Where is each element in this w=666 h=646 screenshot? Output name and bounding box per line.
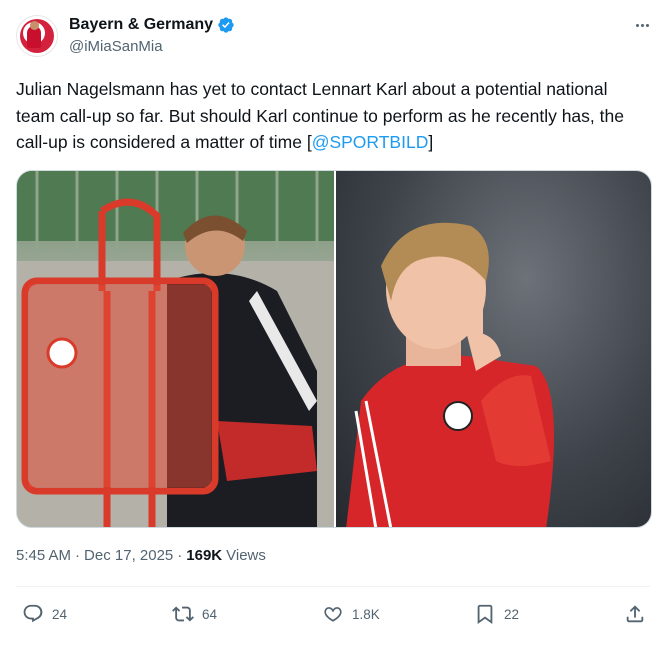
reply-count: 24 xyxy=(52,606,68,622)
tweet-date[interactable]: Dec 17, 2025 xyxy=(84,547,173,564)
avatar[interactable] xyxy=(16,15,58,57)
more-dot-icon xyxy=(635,23,639,27)
more-dot-icon xyxy=(645,23,649,27)
views-count: 169K xyxy=(186,547,223,564)
author-handle[interactable]: @iMiaSanMia xyxy=(69,38,163,55)
more-options-button[interactable] xyxy=(630,14,654,36)
divider-line xyxy=(16,586,650,587)
player-photo-illustration xyxy=(346,222,554,527)
author-row: Bayern & Germany xyxy=(69,14,235,36)
repost-button[interactable]: 64 xyxy=(172,600,217,628)
mention-link[interactable]: @SPORTBILD xyxy=(312,132,429,152)
media-photo-right[interactable] xyxy=(336,171,651,527)
separator-dot: · xyxy=(75,547,81,564)
reply-icon xyxy=(23,604,43,623)
like-button[interactable]: 1.8K xyxy=(322,600,380,628)
bookmark-button[interactable]: 22 xyxy=(474,600,519,628)
bookmark-count: 22 xyxy=(504,606,520,622)
bookmark-icon xyxy=(477,604,493,625)
media-grid xyxy=(16,170,652,528)
repost-count: 64 xyxy=(202,606,218,622)
like-count: 1.8K xyxy=(352,606,380,622)
display-name[interactable]: Bayern & Germany xyxy=(69,16,213,34)
views-label: Views xyxy=(226,547,266,564)
verified-badge-icon xyxy=(218,17,234,33)
action-bar: 24 64 1.8K 22 xyxy=(0,600,666,628)
tweet-time[interactable]: 5:45 AM xyxy=(16,547,71,564)
separator-dot: · xyxy=(177,547,183,564)
repost-icon xyxy=(172,606,194,622)
reply-button[interactable]: 24 xyxy=(22,600,67,628)
tweet-text: Julian Nagelsmann has yet to contact Len… xyxy=(16,76,646,156)
media-photo-left[interactable] xyxy=(17,171,334,527)
heart-icon xyxy=(324,607,342,622)
tweet-card: Bayern & Germany @iMiaSanMia Julian Nage… xyxy=(0,0,666,646)
tweet-text-end: ] xyxy=(428,132,434,152)
avatar-head xyxy=(30,21,39,30)
more-dot-icon xyxy=(640,23,644,27)
training-photo-illustration xyxy=(17,171,334,527)
share-button[interactable] xyxy=(624,600,646,628)
timestamp-row: 5:45 AM · Dec 17, 2025 · 169K Views xyxy=(16,547,266,564)
share-icon xyxy=(626,605,644,623)
